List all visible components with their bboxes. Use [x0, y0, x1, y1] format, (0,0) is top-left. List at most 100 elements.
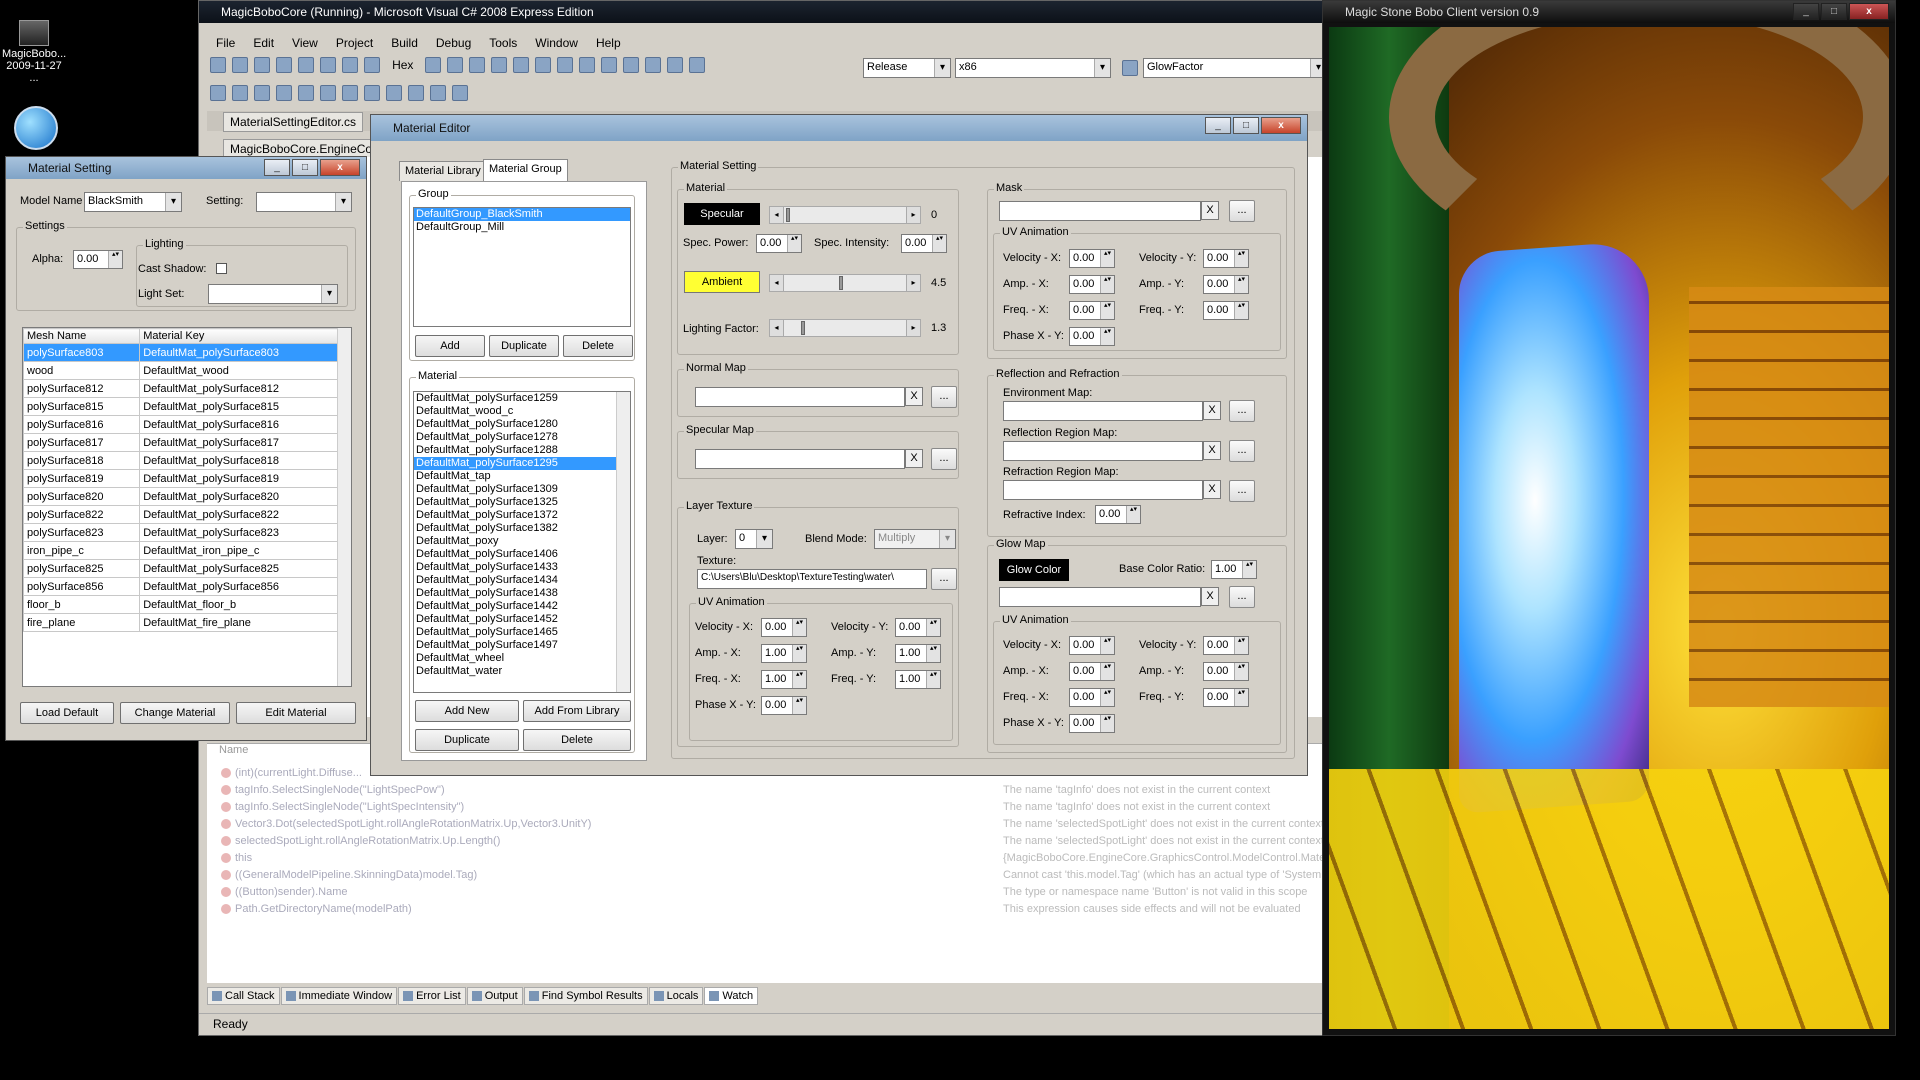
table-row[interactable]: polySurface822 DefaultMat_polySurface822 [23, 505, 339, 524]
tab-material-library[interactable]: Material Library [399, 161, 487, 181]
step-over-icon[interactable] [342, 57, 358, 73]
load-default-button[interactable]: Load Default [20, 702, 114, 724]
minimize-button[interactable]: _ [1205, 117, 1231, 134]
list-item[interactable]: DefaultMat_polySurface1309 [414, 483, 630, 496]
save-all-icon[interactable] [535, 57, 552, 73]
uv-spinner-vy[interactable]: 0.00 [895, 618, 941, 637]
base-color-ratio-spinner[interactable]: 1.00 [1211, 560, 1257, 579]
doc-tab-1[interactable]: MaterialSettingEditor.cs [223, 112, 364, 132]
list-item[interactable]: DefaultMat_polySurface1442 [414, 600, 630, 613]
list-item[interactable]: DefaultMat_polySurface1295 [414, 457, 630, 470]
specular-slider[interactable]: ◂ ▸ [769, 206, 921, 224]
watch-row[interactable]: Path.GetDirectoryName(modelPath) [221, 903, 412, 915]
watch-row[interactable]: selectedSpotLight.rollAngleRotationMatri… [221, 835, 500, 847]
format-icon[interactable] [210, 85, 226, 101]
specular-slider-thumb[interactable] [786, 208, 790, 222]
stop-icon[interactable] [254, 57, 270, 73]
outdent-icon[interactable] [320, 85, 336, 101]
material-key-cell[interactable]: DefaultMat_polySurface816 [139, 415, 339, 434]
uv-spinner-ay[interactable]: 1.00 [895, 644, 941, 663]
add-from-library-button[interactable]: Add From Library [523, 700, 631, 722]
uv-spinner-vx[interactable]: 0.00 [1069, 636, 1115, 655]
glow-map-path[interactable] [999, 587, 1201, 607]
list-item[interactable]: DefaultGroup_Mill [414, 221, 630, 234]
material-key-cell[interactable]: DefaultMat_polySurface819 [139, 469, 339, 488]
restart-icon[interactable] [276, 57, 292, 73]
mask-clear-button[interactable]: X [1201, 201, 1219, 220]
mask-browse-button[interactable]: ... [1229, 200, 1255, 222]
uv-spinner-vy[interactable]: 0.00 [1203, 636, 1249, 655]
mesh-grid[interactable]: Mesh Name Material Key polySurface803 Defau… [22, 327, 352, 687]
table-row[interactable]: polySurface820 DefaultMat_polySurface820 [23, 487, 339, 506]
mesh-name-cell[interactable]: polySurface856 [23, 577, 141, 596]
lighting-factor-slider[interactable]: ◂ ▸ [769, 319, 921, 337]
uv-spinner-ph[interactable]: 0.00 [761, 696, 807, 715]
slider-right-arrow[interactable]: ▸ [906, 275, 920, 291]
list-item[interactable]: DefaultMat_wheel [414, 652, 630, 665]
watch-row[interactable]: Vector3.Dot(selectedSpotLight.rollAngleR… [221, 818, 591, 830]
list-item[interactable]: DefaultMat_polySurface1406 [414, 548, 630, 561]
refraction-region-path[interactable] [1003, 480, 1203, 500]
list-item[interactable]: DefaultMat_wood_c [414, 405, 630, 418]
mesh-name-cell[interactable]: polySurface818 [23, 451, 141, 470]
group-delete-button[interactable]: Delete [563, 335, 633, 357]
material-key-cell[interactable]: DefaultMat_polySurface820 [139, 487, 339, 506]
reflection-region-clear-button[interactable]: X [1203, 441, 1221, 460]
list-item[interactable]: DefaultMat_polySurface1497 [414, 639, 630, 652]
comment-icon[interactable] [342, 85, 358, 101]
specular-map-path[interactable] [695, 449, 905, 469]
new-project-icon[interactable] [447, 57, 464, 73]
bookmark-icon[interactable] [386, 85, 402, 101]
env-map-clear-button[interactable]: X [1203, 401, 1221, 420]
material-list[interactable]: DefaultMat_polySurface1259 DefaultMat_woo… [413, 391, 631, 693]
ambient-slider-thumb[interactable] [839, 276, 844, 290]
group-add-button[interactable]: Add [415, 335, 485, 357]
bottom-tab-output[interactable]: Output [466, 987, 523, 1005]
paste-icon[interactable] [601, 57, 618, 73]
slider-left-arrow[interactable]: ◂ [770, 275, 784, 291]
menu-help[interactable]: Help [587, 33, 630, 53]
maximize-button[interactable]: □ [292, 159, 318, 176]
lighting-slider-thumb[interactable] [801, 321, 806, 335]
uv-spinner-vx[interactable]: 0.00 [761, 618, 807, 637]
list-item[interactable]: DefaultMat_polySurface1278 [414, 431, 630, 444]
uv-spinner-fx[interactable]: 0.00 [1069, 688, 1115, 707]
close-button[interactable]: x [1849, 3, 1889, 20]
mesh-name-cell[interactable]: floor_b [23, 595, 141, 614]
redo-icon[interactable] [645, 57, 662, 73]
cast-shadow-checkbox[interactable] [216, 263, 227, 274]
uv-spinner-ax[interactable]: 1.00 [761, 644, 807, 663]
open-icon[interactable] [491, 57, 508, 73]
window-icon[interactable] [425, 57, 442, 73]
list-item[interactable]: DefaultMat_tap [414, 470, 630, 483]
material-key-cell[interactable]: DefaultMat_polySurface818 [139, 451, 339, 470]
uv-spinner-fy[interactable]: 1.00 [895, 670, 941, 689]
tab-material-group[interactable]: Material Group [483, 159, 568, 181]
table-row[interactable]: polySurface823 DefaultMat_polySurface823 [23, 523, 339, 542]
group-list[interactable]: DefaultGroup_BlackSmith DefaultGroup_Mill [413, 207, 631, 327]
close-button[interactable]: x [1261, 117, 1301, 134]
table-row[interactable]: floor_b DefaultMat_floor_b [23, 595, 339, 614]
slider-left-arrow[interactable]: ◂ [770, 207, 784, 223]
uv-spinner-ax[interactable]: 0.00 [1069, 662, 1115, 681]
slider-right-arrow[interactable]: ▸ [906, 207, 920, 223]
mesh-name-cell[interactable]: polySurface823 [23, 523, 141, 542]
menu-build[interactable]: Build [382, 33, 427, 53]
material-key-cell[interactable]: DefaultMat_floor_b [139, 595, 339, 614]
material-key-cell[interactable]: DefaultMat_polySurface823 [139, 523, 339, 542]
menu-file[interactable]: File [207, 33, 244, 53]
layer-combo[interactable]: 0 [735, 529, 773, 549]
add-new-button[interactable]: Add New [415, 700, 519, 722]
minimize-button[interactable]: _ [1793, 3, 1819, 20]
find-icon[interactable] [1122, 60, 1138, 76]
step-into-icon[interactable] [320, 57, 336, 73]
menu-edit[interactable]: Edit [244, 33, 283, 53]
table-row[interactable]: polySurface803 DefaultMat_polySurface803 [23, 343, 339, 362]
list-item[interactable]: DefaultMat_polySurface1452 [414, 613, 630, 626]
uv-spinner-fx[interactable]: 1.00 [761, 670, 807, 689]
table-row[interactable]: polySurface816 DefaultMat_polySurface816 [23, 415, 339, 434]
reflection-region-path[interactable] [1003, 441, 1203, 461]
prev-bookmark-icon[interactable] [408, 85, 424, 101]
normal-map-path[interactable] [695, 387, 905, 407]
step-icon[interactable] [298, 57, 314, 73]
